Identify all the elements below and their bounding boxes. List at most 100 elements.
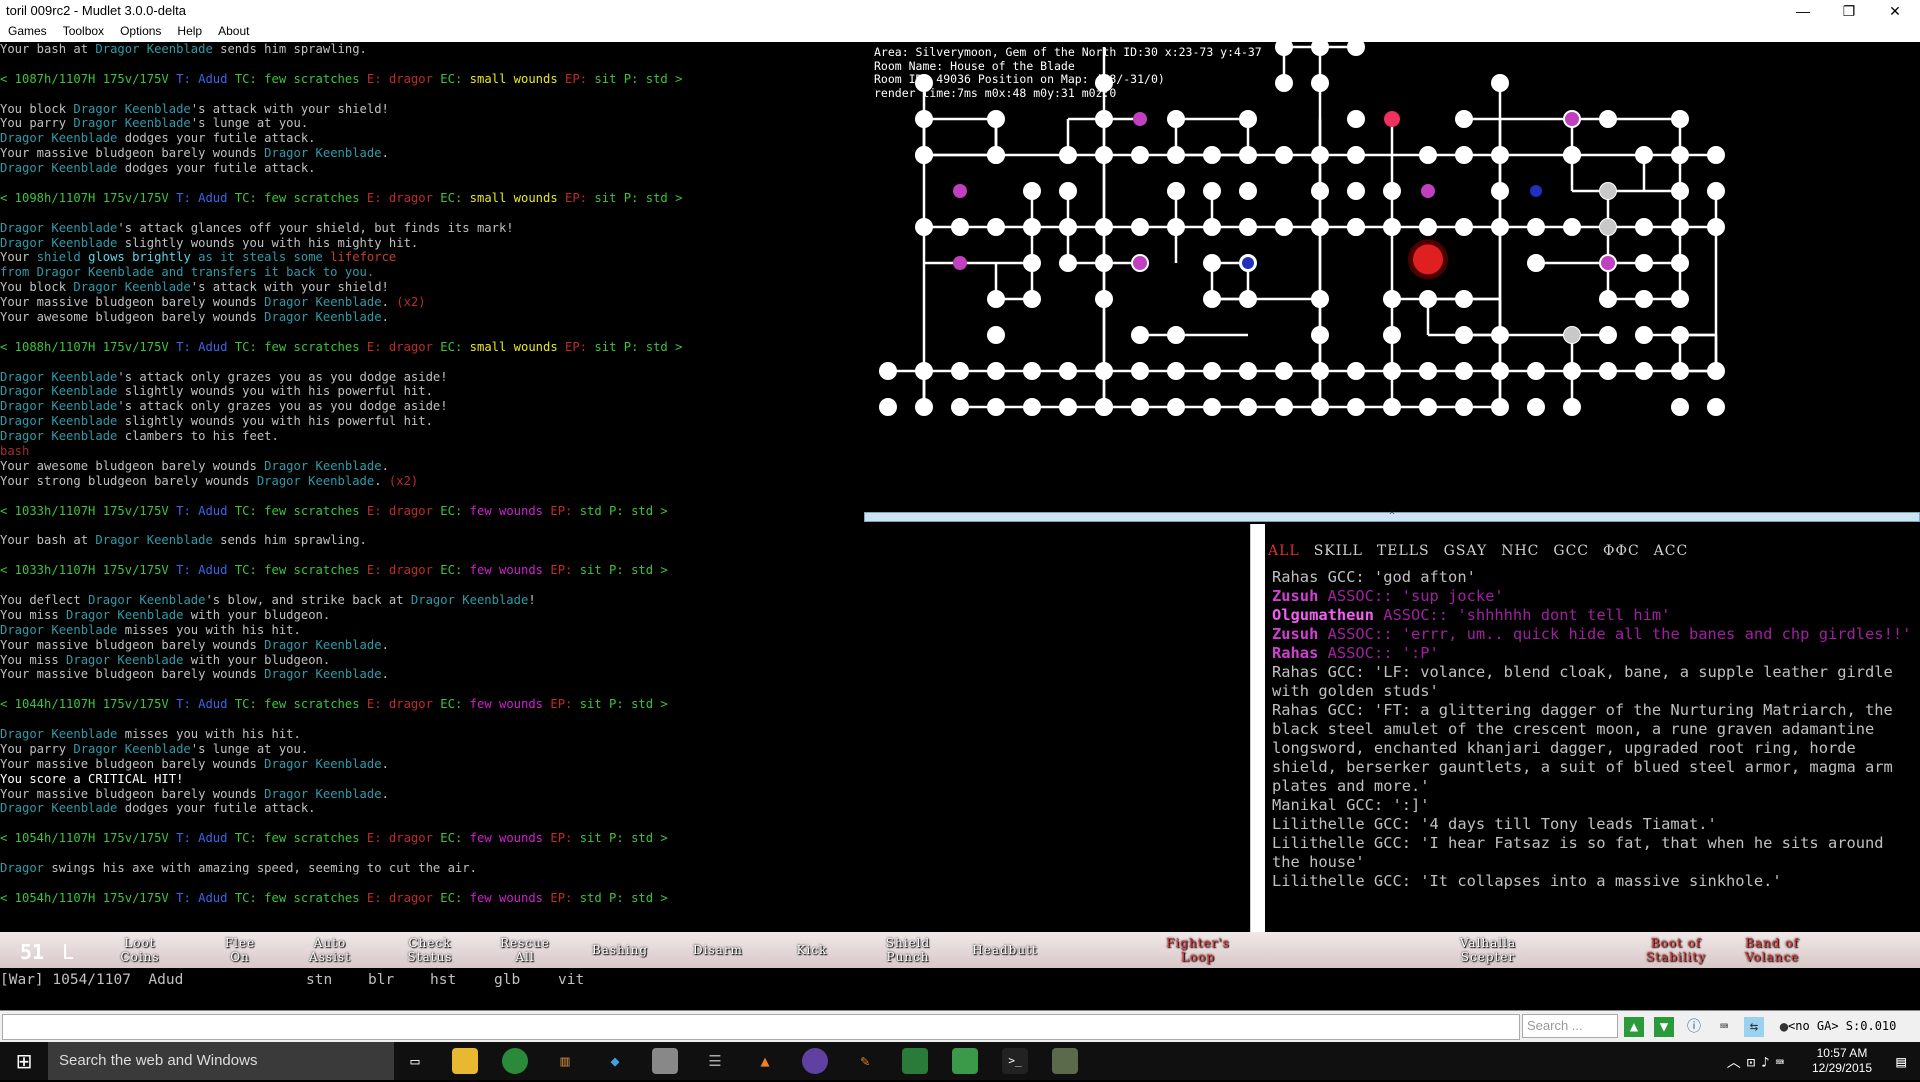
map-room[interactable]: [1203, 254, 1221, 272]
map-room[interactable]: [1527, 398, 1545, 416]
books-icon[interactable]: ▥: [552, 1048, 578, 1074]
map-room[interactable]: [1707, 146, 1725, 164]
search-input[interactable]: Search ...: [1522, 1014, 1618, 1038]
map-room[interactable]: [915, 362, 933, 380]
keyboard-icon[interactable]: ⌨: [1714, 1017, 1734, 1037]
map-room[interactable]: [1455, 110, 1473, 128]
map-room[interactable]: [1311, 146, 1329, 164]
map-room[interactable]: [1419, 146, 1437, 164]
map-room[interactable]: [1635, 290, 1653, 308]
map-room[interactable]: [1413, 244, 1443, 275]
map-room[interactable]: [1635, 218, 1653, 236]
map-room[interactable]: [1167, 110, 1185, 128]
map-room[interactable]: [1419, 362, 1437, 380]
map-room[interactable]: [1311, 218, 1329, 236]
map-room[interactable]: [1563, 362, 1581, 380]
feather-icon[interactable]: ✎: [852, 1048, 878, 1074]
tab-gcc[interactable]: GCC: [1553, 543, 1589, 559]
map-room[interactable]: [1600, 183, 1616, 199]
map-room[interactable]: [1059, 254, 1077, 272]
map-room[interactable]: [951, 218, 969, 236]
map-room[interactable]: [1599, 362, 1617, 380]
map-room[interactable]: [953, 256, 967, 270]
map-room[interactable]: [1383, 362, 1401, 380]
quick-button-auto-assist[interactable]: Auto Assist: [290, 936, 370, 964]
map-room[interactable]: [1671, 146, 1689, 164]
map-room[interactable]: [1565, 112, 1579, 126]
map-room[interactable]: [879, 362, 897, 380]
map-room[interactable]: [1635, 362, 1653, 380]
map-room[interactable]: [1491, 218, 1509, 236]
map-room[interactable]: [1023, 254, 1041, 272]
info-icon[interactable]: ⓘ: [1684, 1017, 1704, 1037]
map-room[interactable]: [1671, 254, 1689, 272]
map-room[interactable]: [1384, 111, 1400, 127]
map-room[interactable]: [1059, 398, 1077, 416]
map-room[interactable]: [1275, 146, 1293, 164]
vlc-icon[interactable]: ▲: [752, 1048, 778, 1074]
quick-button-loot-coins[interactable]: Loot Coins: [100, 936, 180, 964]
map-room[interactable]: [1095, 110, 1113, 128]
map-room[interactable]: [987, 146, 1005, 164]
map-room[interactable]: [1383, 218, 1401, 236]
map-room[interactable]: [1275, 362, 1293, 380]
map-room[interactable]: [1455, 146, 1473, 164]
excel-icon[interactable]: [902, 1048, 928, 1074]
map-room[interactable]: [1203, 362, 1221, 380]
map-room[interactable]: [1527, 362, 1545, 380]
map-room[interactable]: [1239, 290, 1257, 308]
map-room[interactable]: [1311, 362, 1329, 380]
map-room[interactable]: [1635, 146, 1653, 164]
chrome-icon[interactable]: [502, 1048, 528, 1074]
file-explorer-icon[interactable]: [452, 1048, 478, 1074]
map-room[interactable]: [1023, 362, 1041, 380]
minimize-button[interactable]: —: [1780, 0, 1826, 22]
menu-help[interactable]: Help: [169, 22, 210, 38]
tab-phiphic[interactable]: ΦΦC: [1603, 543, 1640, 559]
map-room[interactable]: [1059, 146, 1077, 164]
map-room[interactable]: [1383, 326, 1401, 344]
map-room[interactable]: [1131, 146, 1149, 164]
map-room[interactable]: [1203, 146, 1221, 164]
map-room[interactable]: [1491, 326, 1509, 344]
arrow-up-icon[interactable]: ▲: [1624, 1017, 1644, 1037]
quick-button-headbutt[interactable]: Headbutt: [965, 936, 1045, 957]
tab-all[interactable]: ALL: [1268, 543, 1300, 559]
map-room[interactable]: [1419, 290, 1437, 308]
map-room[interactable]: [1671, 110, 1689, 128]
map-room[interactable]: [1491, 74, 1509, 92]
map-room[interactable]: [1095, 398, 1113, 416]
map-room[interactable]: [1527, 218, 1545, 236]
map-room[interactable]: [1203, 218, 1221, 236]
map-room[interactable]: [1671, 182, 1689, 200]
map-room[interactable]: [1347, 362, 1365, 380]
taskbar-search[interactable]: Search the web and Windows: [48, 1042, 394, 1080]
map-room[interactable]: [1635, 254, 1653, 272]
map-room[interactable]: [1239, 146, 1257, 164]
map-room[interactable]: [1383, 290, 1401, 308]
quick-button-bashing[interactable]: Bashing: [580, 936, 660, 957]
map-room[interactable]: [1347, 182, 1365, 200]
mapper[interactable]: [864, 2, 1920, 512]
arrow-down-icon[interactable]: ▼: [1654, 1017, 1674, 1037]
map-room[interactable]: [1311, 290, 1329, 308]
network-icon[interactable]: ⇆: [1744, 1017, 1764, 1037]
map-room[interactable]: [1059, 182, 1077, 200]
map-room[interactable]: [1419, 218, 1437, 236]
map-room[interactable]: [1059, 218, 1077, 236]
map-room[interactable]: [1167, 182, 1185, 200]
map-room[interactable]: [1455, 398, 1473, 416]
quick-button-check-status[interactable]: Check Status: [390, 936, 470, 964]
quick-button-shield-punch[interactable]: Shield Punch: [868, 936, 948, 964]
map-room[interactable]: [1530, 185, 1542, 197]
map-room[interactable]: [1383, 182, 1401, 200]
map-room[interactable]: [1635, 326, 1653, 344]
map-room[interactable]: [1311, 326, 1329, 344]
map-room[interactable]: [1095, 290, 1113, 308]
map-room[interactable]: [1167, 218, 1185, 236]
map-room[interactable]: [1095, 146, 1113, 164]
map-room[interactable]: [1095, 362, 1113, 380]
green-app-icon[interactable]: [952, 1048, 978, 1074]
map-room[interactable]: [1311, 398, 1329, 416]
map-room[interactable]: [915, 398, 933, 416]
